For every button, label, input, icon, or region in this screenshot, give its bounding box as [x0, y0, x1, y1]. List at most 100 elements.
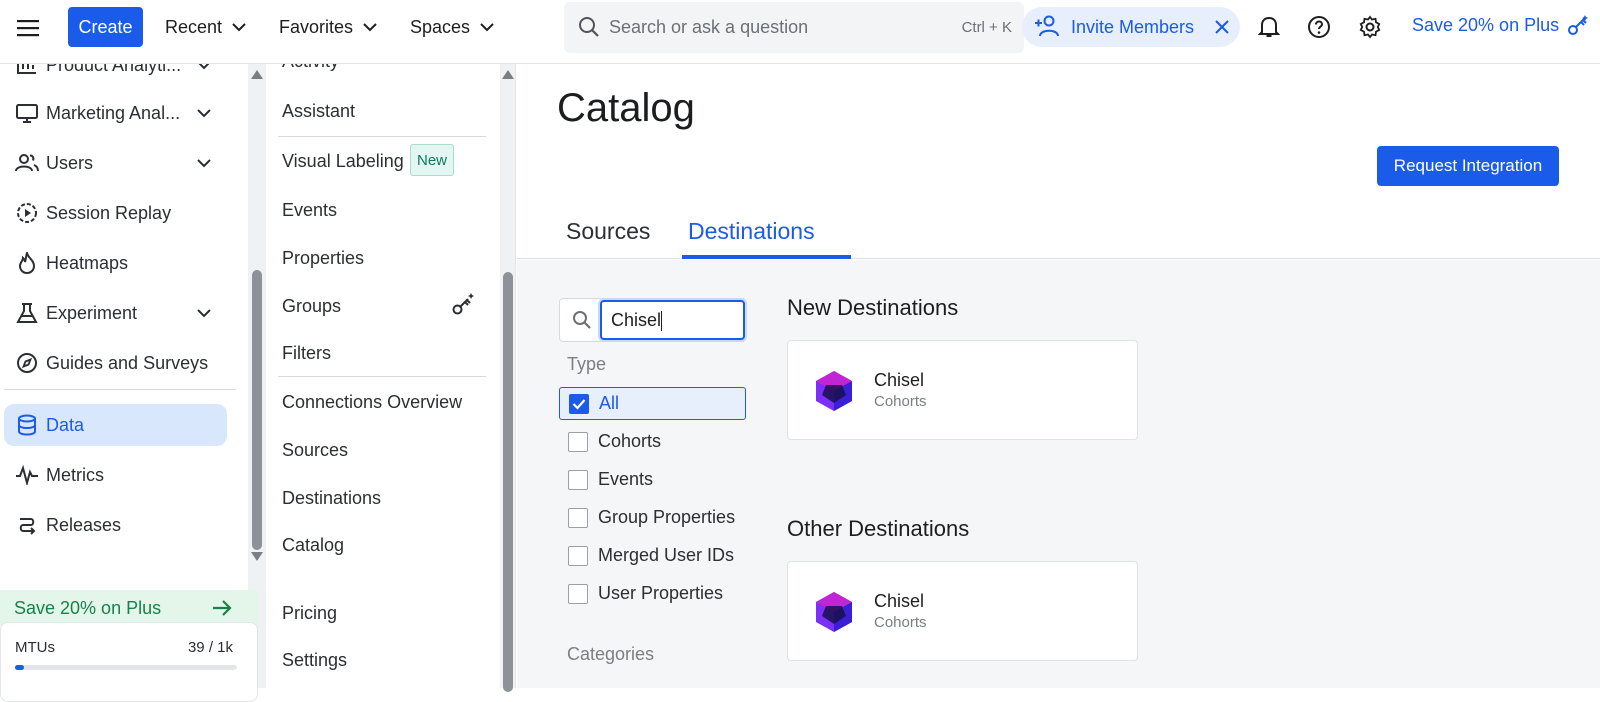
- key-sparkle-icon: [1567, 14, 1589, 36]
- scroll-down-arrow[interactable]: [251, 552, 263, 561]
- mtu-usage-card: MTUs 39 / 1k: [0, 622, 258, 702]
- option-label: Events: [598, 469, 654, 489]
- subnav-item-activity[interactable]: Activity: [282, 64, 339, 72]
- sidebar-item-product-analytics[interactable]: Product Analyti...: [4, 64, 227, 86]
- destination-card[interactable]: Chisel Cohorts: [787, 561, 1138, 661]
- top-bar: Create Recent Favorites Spaces Search or…: [0, 0, 1600, 64]
- subnav-item-events[interactable]: Events: [282, 200, 337, 221]
- type-option-events[interactable]: Events: [559, 463, 746, 496]
- database-icon: [14, 412, 40, 438]
- subnav-item-pricing[interactable]: Pricing: [282, 603, 337, 624]
- scroll-up-arrow[interactable]: [251, 70, 263, 79]
- new-destinations-heading: New Destinations: [787, 295, 959, 320]
- text-cursor: [661, 311, 663, 332]
- sidebar-item-label: Releases: [46, 514, 122, 535]
- play-circle-icon: [14, 200, 40, 226]
- other-destinations-heading: Other Destinations: [787, 516, 970, 541]
- type-label: Type: [567, 354, 607, 374]
- page-title: Catalog: [557, 86, 695, 130]
- compass-icon: [14, 350, 40, 376]
- sidebar-item-users[interactable]: Users: [4, 142, 227, 184]
- bar-chart-icon: [14, 64, 40, 78]
- destination-type: Cohorts: [874, 614, 927, 631]
- save-plus-label: Save 20% on Plus: [14, 597, 162, 618]
- checkbox: [568, 545, 588, 566]
- sidebar-item-releases[interactable]: Releases: [4, 504, 227, 546]
- search-icon: [572, 310, 592, 330]
- option-label: All: [599, 393, 620, 413]
- close-icon[interactable]: [1214, 19, 1230, 35]
- subnav-item-destinations[interactable]: Destinations: [282, 488, 381, 509]
- favorites-menu[interactable]: Favorites: [279, 12, 377, 42]
- mtu-label: MTUs: [15, 639, 55, 656]
- checkbox: [568, 507, 588, 528]
- create-button[interactable]: Create: [68, 7, 143, 47]
- sidebar-item-metrics[interactable]: Metrics: [4, 454, 227, 496]
- sidebar-item-marketing-analytics[interactable]: Marketing Anal...: [4, 92, 227, 134]
- subnav-item-catalog[interactable]: Catalog: [282, 535, 344, 556]
- sidebar-item-label: Data: [46, 414, 85, 435]
- type-option-user-properties[interactable]: User Properties: [559, 577, 746, 610]
- destination-type: Cohorts: [874, 393, 927, 410]
- destination-card[interactable]: Chisel Cohorts: [787, 340, 1138, 440]
- sidebar-item-label: Experiment: [46, 302, 138, 323]
- save-plus-banner[interactable]: Save 20% on Plus: [0, 590, 258, 626]
- subnav-item-groups[interactable]: Groups: [282, 296, 341, 317]
- recent-menu[interactable]: Recent: [165, 12, 246, 42]
- help-icon[interactable]: [1305, 13, 1333, 41]
- type-option-group-properties[interactable]: Group Properties: [559, 501, 746, 534]
- subnav-item-assistant[interactable]: Assistant: [282, 101, 355, 122]
- spaces-menu[interactable]: Spaces: [410, 12, 494, 42]
- tab-sources[interactable]: Sources: [566, 218, 650, 245]
- type-option-all[interactable]: All: [559, 387, 746, 420]
- releases-icon: [14, 512, 40, 538]
- sidebar-item-session-replay[interactable]: Session Replay: [4, 192, 227, 234]
- checkbox: [568, 431, 588, 452]
- subnav-item-sources[interactable]: Sources: [282, 440, 348, 461]
- sidebar-item-heatmaps[interactable]: Heatmaps: [4, 242, 227, 284]
- global-search[interactable]: Search or ask a question Ctrl + K: [564, 2, 1024, 53]
- scrollbar-thumb[interactable]: [252, 270, 262, 550]
- bell-icon[interactable]: [1255, 13, 1283, 41]
- option-label: User Properties: [598, 583, 724, 603]
- favorites-label: Favorites: [279, 16, 354, 37]
- subnav-divider: [278, 376, 486, 377]
- subnav-item-settings[interactable]: Settings: [282, 650, 347, 671]
- flask-icon: [14, 300, 40, 326]
- new-badge: New: [410, 144, 454, 176]
- sidebar-item-label: Metrics: [46, 464, 104, 485]
- tab-destinations[interactable]: Destinations: [688, 218, 815, 245]
- search-icon: [578, 16, 600, 38]
- type-option-merged-user-ids[interactable]: Merged User IDs: [559, 539, 746, 572]
- checkbox: [568, 469, 588, 490]
- request-integration-button[interactable]: Request Integration: [1377, 146, 1559, 186]
- active-tab-indicator: [682, 255, 851, 259]
- chevron-down-icon: [232, 22, 246, 32]
- type-option-cohorts[interactable]: Cohorts: [559, 425, 746, 458]
- gear-icon[interactable]: [1356, 13, 1384, 41]
- search-input[interactable]: Chisel: [600, 300, 745, 340]
- recent-label: Recent: [165, 16, 223, 37]
- chevron-down-icon: [197, 308, 211, 318]
- sidebar-item-experiment[interactable]: Experiment: [4, 292, 227, 334]
- spaces-label: Spaces: [410, 16, 471, 37]
- subnav-item-connections-overview[interactable]: Connections Overview: [282, 392, 462, 413]
- checkbox-checked: [569, 393, 589, 414]
- sidebar-item-label: Heatmaps: [46, 252, 129, 273]
- search-input-value: Chisel: [611, 310, 662, 330]
- subnav-item-properties[interactable]: Properties: [282, 248, 364, 269]
- pulse-icon: [14, 462, 40, 488]
- subnav-item-visual-labeling[interactable]: Visual Labeling: [282, 151, 404, 172]
- scroll-up-arrow[interactable]: [502, 70, 514, 79]
- scrollbar-thumb[interactable]: [503, 272, 513, 692]
- mtu-progress-track: [15, 665, 237, 670]
- save-plus-link[interactable]: Save 20% on Plus: [1412, 14, 1589, 36]
- subnav-scrollbar[interactable]: [500, 64, 516, 692]
- chevron-down-icon: [363, 22, 377, 32]
- sidebar-item-data[interactable]: Data: [4, 404, 227, 446]
- invite-members-button[interactable]: Invite Members: [1022, 7, 1240, 47]
- catalog-tabs: Sources Destinations: [517, 204, 1600, 259]
- subnav-item-filters[interactable]: Filters: [282, 343, 331, 364]
- menu-icon[interactable]: [14, 14, 42, 42]
- sidebar-item-guides-and-surveys[interactable]: Guides and Surveys: [4, 342, 227, 384]
